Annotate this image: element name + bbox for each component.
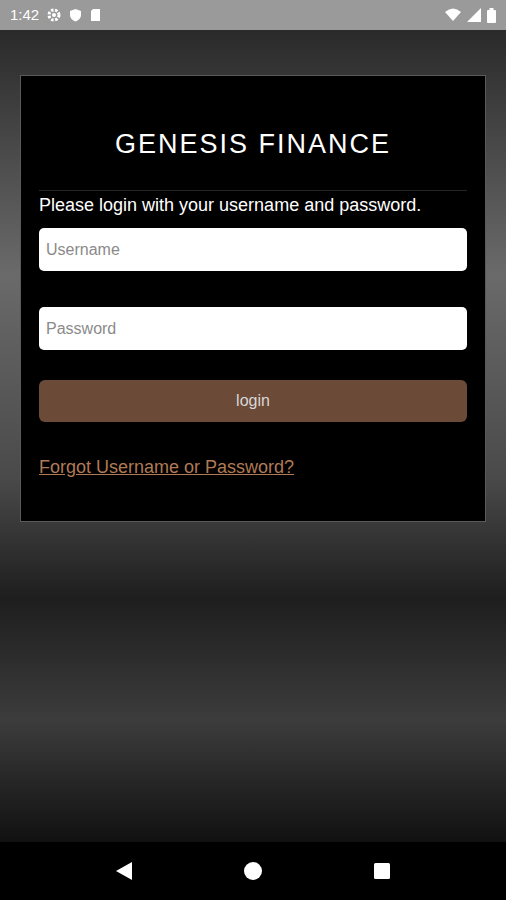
recents-icon[interactable] <box>373 862 391 880</box>
login-card: GENESIS FINANCEPlease login with your us… <box>20 75 486 522</box>
gear-icon <box>47 8 61 22</box>
forgot-link[interactable]: Forgot Username or Password? <box>39 457 294 477</box>
status-bar: 1:42 <box>0 0 506 30</box>
login-button[interactable]: login <box>39 380 467 422</box>
wifi-icon <box>445 8 461 22</box>
logo: GENESIS FINANCE <box>39 76 467 191</box>
login-prompt: Please login with your username and pass… <box>39 193 467 217</box>
status-time: 1:42 <box>10 4 39 27</box>
home-icon[interactable] <box>243 861 263 881</box>
shield-icon <box>69 8 82 22</box>
app-screen: 1:42 GENESIS FINANCEPlease login with you… <box>0 0 506 900</box>
sd-card-icon <box>90 8 101 22</box>
username-input[interactable] <box>39 228 467 271</box>
password-input[interactable] <box>39 307 467 350</box>
battery-icon <box>487 8 496 23</box>
back-icon[interactable] <box>115 861 133 881</box>
navigation-bar <box>0 842 506 900</box>
signal-icon <box>467 8 481 22</box>
background-photo: GENESIS FINANCEPlease login with your us… <box>0 30 506 842</box>
